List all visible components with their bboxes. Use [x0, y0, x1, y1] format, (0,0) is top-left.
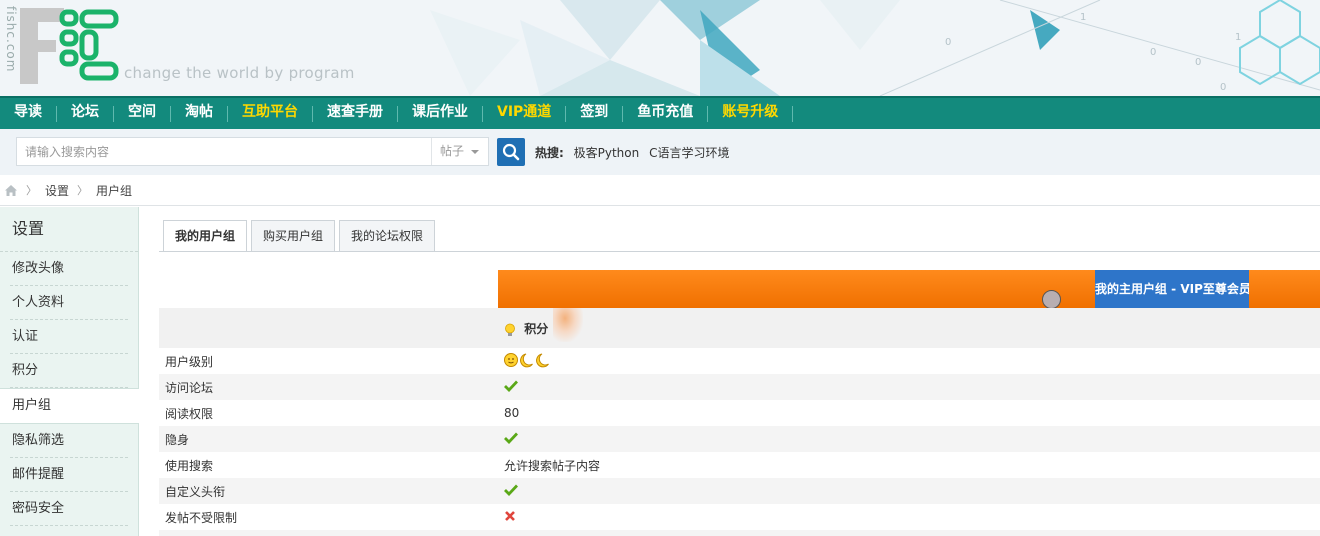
settings-sidebar: 设置 修改头像 个人资料 认证 积分 用户组 隐私筛选 邮件提醒 密码安全 [0, 207, 139, 536]
score-row [159, 308, 1320, 348]
row-label: 用户级别 [165, 354, 214, 369]
level-icons [504, 352, 549, 367]
search-bar: 帖子 热搜: 极客Python C语言学习环境 [0, 129, 1320, 175]
tab-my-usergroup[interactable]: 我的用户组 [163, 220, 248, 252]
nav-item-vip[interactable]: VIP通道 [483, 97, 565, 130]
row-value: 允许搜索帖子内容 [504, 458, 601, 473]
chevron-down-icon [471, 150, 479, 154]
nav-item-quick-manual[interactable]: 速查手册 [313, 97, 397, 130]
search-input[interactable] [17, 138, 431, 165]
hot-search-item[interactable]: 极客Python [574, 146, 640, 160]
tab-buy-usergroup[interactable]: 购买用户组 [251, 220, 336, 251]
hot-search-item[interactable]: C语言学习环境 [649, 146, 729, 160]
cross-icon [505, 510, 515, 521]
check-icon [504, 484, 519, 496]
check-icon [504, 380, 519, 392]
tab-underline [159, 251, 1320, 252]
main-nav: 导读 论坛 空间 淘帖 互助平台 速查手册 课后作业 VIP通道 签到 鱼币充值… [0, 96, 1320, 129]
table-row: 访问论坛 [159, 374, 1320, 400]
nav-item-homework[interactable]: 课后作业 [398, 97, 482, 130]
table-row: 使用搜索 允许搜索帖子内容 [159, 452, 1320, 478]
sidebar-item-profile[interactable]: 个人资料 [0, 286, 138, 320]
tab-forum-permissions[interactable]: 我的论坛权限 [339, 220, 436, 251]
row-label: 阅读权限 [165, 406, 214, 421]
table-row: 发帖不受限制 [159, 504, 1320, 530]
svg-text:1: 1 [1235, 32, 1241, 43]
row-label: 发帖不受限制 [165, 510, 238, 525]
cursor-circle-marker [1042, 290, 1061, 309]
row-value [498, 352, 554, 371]
lightbulb-icon [505, 323, 515, 336]
nav-item-taotie[interactable]: 淘帖 [171, 97, 227, 130]
tab-bar: 我的用户组 购买用户组 我的论坛权限 [163, 220, 439, 252]
nav-item-space[interactable]: 空间 [114, 97, 170, 130]
header-banner: 0 0 0 1 0 1 fishc.com change the world by pr… [0, 0, 1320, 96]
svg-text:1: 1 [1080, 12, 1086, 23]
sidebar-title: 设置 [0, 207, 138, 252]
search-icon [502, 143, 520, 161]
breadcrumb-separator: 〉 [26, 184, 37, 197]
blurred-value [553, 308, 583, 342]
search-type-select[interactable]: 帖子 [431, 138, 489, 165]
sidebar-item-email[interactable]: 邮件提醒 [0, 458, 138, 492]
table-row: 阅读权限 80 [159, 400, 1320, 426]
nav-item-forum[interactable]: 论坛 [57, 97, 113, 130]
fc-logo [20, 8, 119, 84]
row-label: 访问论坛 [165, 380, 214, 395]
table-row: 自定义头衔 [159, 478, 1320, 504]
sidebar-item-password[interactable]: 密码安全 [0, 492, 138, 526]
sidebar-item-credits[interactable]: 积分 [0, 354, 138, 388]
sun-face-icon [504, 352, 518, 367]
hot-search: 热搜: 极客Python C语言学习环境 [535, 144, 735, 161]
slogan: change the world by program [124, 64, 355, 82]
nav-item-daodu[interactable]: 导读 [0, 97, 56, 130]
svg-text:0: 0 [945, 37, 951, 48]
table-row [159, 530, 1320, 536]
nav-item-recharge[interactable]: 鱼币充值 [623, 97, 707, 130]
sidebar-item-usergroup[interactable]: 用户组 [0, 388, 139, 424]
check-icon [504, 432, 519, 444]
hot-search-label: 热搜: [535, 146, 564, 160]
score-label: 积分 [524, 322, 549, 336]
nav-item-signin[interactable]: 签到 [566, 97, 622, 130]
breadcrumb-separator: 〉 [77, 184, 89, 197]
svg-text:0: 0 [1150, 47, 1156, 58]
search-box: 帖子 [16, 137, 489, 166]
breadcrumb-item-usergroup[interactable]: 用户组 [96, 182, 132, 199]
table-row: 隐身 [159, 426, 1320, 452]
row-label: 自定义头衔 [165, 484, 226, 499]
moon-icon [536, 353, 549, 367]
row-label: 隐身 [165, 432, 190, 447]
breadcrumb-item-settings[interactable]: 设置 [45, 182, 69, 199]
search-type-label: 帖子 [440, 144, 465, 158]
search-button[interactable] [497, 138, 525, 166]
main-usergroup-label: 我的主用户组 - VIP至尊会员 [1095, 270, 1249, 308]
moon-icon [520, 353, 533, 367]
row-label: 使用搜索 [165, 458, 214, 473]
row-value: 80 [504, 406, 520, 420]
svg-text:0: 0 [1195, 57, 1201, 68]
breadcrumb: 〉 设置 〉 用户组 [0, 175, 1320, 206]
site-domain-text: fishc.com [4, 6, 18, 73]
nav-item-help-platform[interactable]: 互助平台 [228, 97, 312, 130]
nav-divider [792, 105, 794, 122]
sidebar-item-avatar[interactable]: 修改头像 [0, 252, 138, 286]
sidebar-item-verify[interactable]: 认证 [0, 320, 138, 354]
home-icon[interactable] [4, 184, 18, 197]
nav-item-upgrade[interactable]: 账号升级 [708, 97, 792, 130]
sidebar-item-privacy[interactable]: 隐私筛选 [0, 424, 138, 458]
score-header: 积分 [504, 320, 548, 337]
svg-text:0: 0 [1220, 82, 1226, 93]
table-row: 用户级别 [159, 348, 1320, 374]
